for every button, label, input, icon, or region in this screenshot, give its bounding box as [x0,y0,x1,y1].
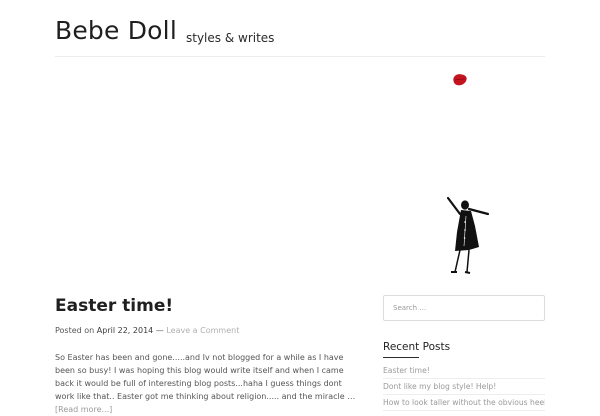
search-input[interactable] [383,295,545,321]
recent-posts-list: Easter time! Dont like my blog style! He… [383,363,545,411]
post-meta: Posted on April 22, 2014 — Leave a Comme… [55,326,365,335]
read-more-link[interactable]: [Read more...] [55,405,112,414]
widget-title-underline [383,357,419,358]
post-article: Easter time! Posted on April 22, 2014 — … [55,296,365,416]
site-header: Bebe Doll styles & writes [55,14,545,57]
lips-icon [453,74,467,86]
recent-post-link[interactable]: Easter time! [383,363,545,379]
post-title[interactable]: Easter time! [55,296,365,316]
leave-comment-link[interactable]: Leave a Comment [166,326,239,335]
site-title[interactable]: Bebe Doll [55,16,177,45]
meta-separator: — [155,326,164,335]
post-date[interactable]: April 22, 2014 [97,326,153,335]
recent-post-link[interactable]: Dont like my blog style! Help! [383,379,545,395]
site-tagline: styles & writes [186,31,275,45]
post-excerpt: So Easter has been and gone.....and Iv n… [55,351,361,416]
header-image [55,57,545,279]
recent-posts-title: Recent Posts [383,341,451,353]
dancing-woman-illustration [446,196,490,274]
excerpt-text: So Easter has been and gone.....and Iv n… [55,353,356,401]
sidebar: Recent Posts Easter time! Dont like my b… [383,295,545,411]
posted-on-label: Posted on [55,326,95,335]
recent-post-link[interactable]: How to look taller without the obvious h… [383,395,545,411]
